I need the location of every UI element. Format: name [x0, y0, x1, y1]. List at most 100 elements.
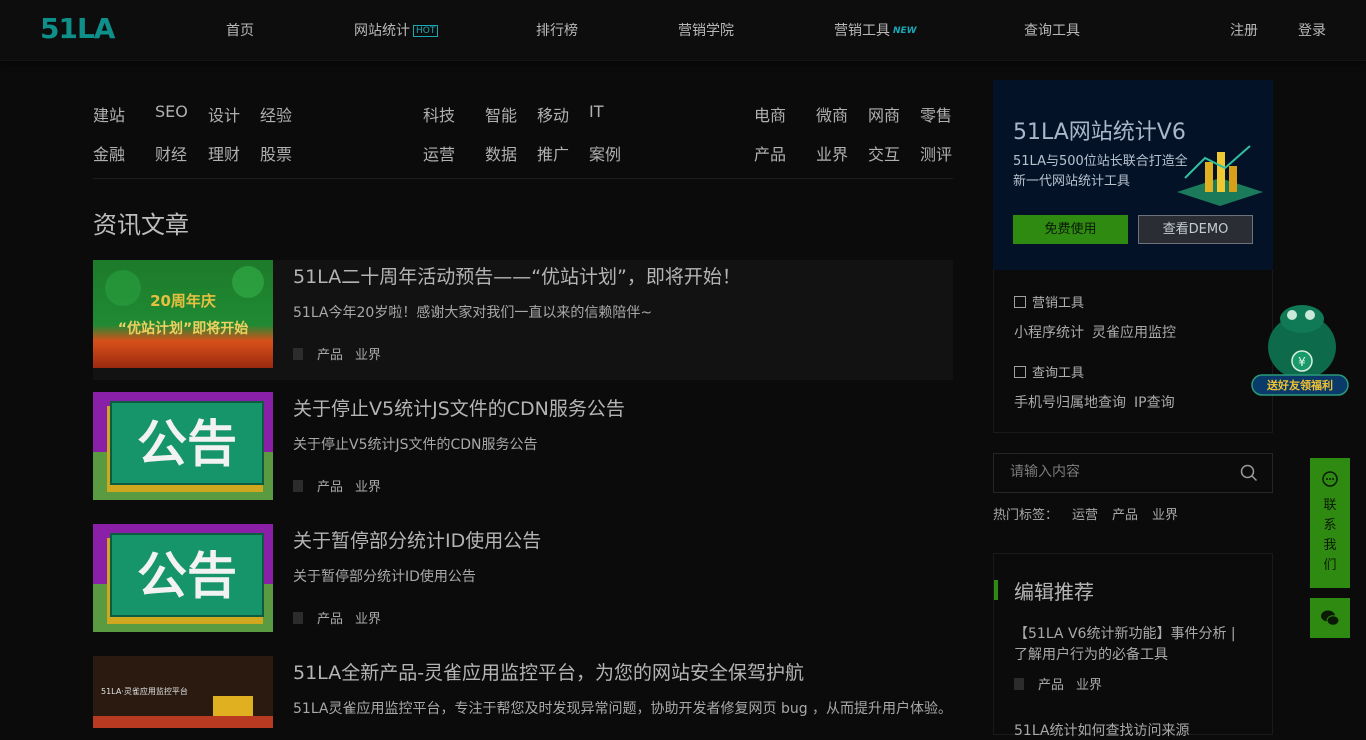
tag-link[interactable]: 业界 [355, 348, 381, 363]
hot-badge: HOT [413, 25, 439, 37]
article-desc: 51LA今年20岁啦！感谢大家对我们一直以来的信赖陪伴~ [293, 305, 653, 321]
category-link[interactable]: 案例 [589, 141, 621, 165]
nav-marketing-tools-label: 营销工具 [834, 23, 890, 39]
nav-ranking[interactable]: 排行榜 [536, 20, 578, 40]
category-link[interactable]: 金融 [93, 141, 125, 165]
tool-link[interactable]: 小程序统计 [1014, 325, 1084, 341]
nav-marketing-academy-label: 营销学院 [678, 23, 734, 39]
search-icon[interactable] [1240, 464, 1258, 482]
thumb-text: 公告 [137, 547, 237, 605]
tag-link[interactable]: 产品 [317, 480, 343, 495]
article-thumbnail[interactable]: 公告 [93, 524, 273, 632]
tag-icon [1014, 678, 1024, 690]
wechat-icon [1321, 610, 1340, 626]
category-link[interactable]: 智能 [485, 102, 517, 126]
hot-tag-link[interactable]: 业界 [1152, 508, 1178, 523]
editor-pick-tags: 产品 业界 [1014, 674, 1102, 693]
chat-icon [1322, 471, 1338, 487]
section-title: 资讯文章 [93, 211, 189, 239]
article-item[interactable]: 公告 关于暂停部分统计ID使用公告 关于暂停部分统计ID使用公告 产品 业界 [93, 524, 953, 644]
tool-link[interactable]: 手机号归属地查询 [1014, 395, 1126, 411]
category-link[interactable]: 产品 [754, 141, 786, 165]
nav-query-tools[interactable]: 查询工具 [1024, 20, 1080, 40]
category-link[interactable]: 经验 [260, 102, 292, 126]
category-link[interactable]: 网商 [868, 102, 900, 126]
svg-text:¥: ¥ [1298, 355, 1306, 369]
logo[interactable]: 51LA [40, 12, 115, 46]
hot-tag-link[interactable]: 产品 [1112, 508, 1138, 523]
category-link[interactable]: 测评 [920, 141, 952, 165]
category-link[interactable]: 科技 [423, 102, 455, 126]
tag-link[interactable]: 产品 [317, 348, 343, 363]
tag-icon [293, 612, 303, 624]
category-link[interactable]: 运营 [423, 141, 455, 165]
category-link[interactable]: 建站 [93, 102, 125, 126]
editor-pick-link[interactable]: 【51LA V6统计新功能】事件分析 | 了解用户行为的必备工具 [1014, 624, 1254, 666]
category-link[interactable]: 业界 [816, 141, 848, 165]
nav-marketing-academy[interactable]: 营销学院 [678, 20, 734, 40]
article-thumbnail[interactable]: 51LA·灵雀应用监控平台 [93, 656, 273, 728]
article-thumbnail[interactable]: 20周年庆 “优站计划”即将开始 [93, 260, 273, 368]
nav-marketing-tools[interactable]: 营销工具 NEW [834, 20, 917, 40]
hot-tags-label: 热门标签： [993, 508, 1059, 523]
tag-link[interactable]: 产品 [1038, 678, 1064, 693]
register-link[interactable]: 注册 [1230, 20, 1258, 40]
new-badge: NEW [893, 26, 917, 36]
article-title[interactable]: 51LA二十周年活动预告——“优站计划”，即将开始！ [293, 262, 741, 289]
category-link[interactable]: 设计 [208, 102, 240, 126]
nav-home[interactable]: 首页 [226, 20, 254, 40]
category-link[interactable]: 股票 [260, 141, 292, 165]
tool-link[interactable]: 灵雀应用监控 [1092, 325, 1176, 341]
article-title[interactable]: 关于停止V5统计JS文件的CDN服务公告 [293, 394, 625, 421]
category-link[interactable]: 零售 [920, 102, 952, 126]
free-use-button[interactable]: 免费使用 [1013, 215, 1128, 244]
tag-link[interactable]: 业界 [355, 612, 381, 627]
chart-illustration-icon [1177, 145, 1263, 206]
promo-title: 51LA网站统计V6 [1013, 120, 1186, 145]
category-link[interactable]: IT [589, 102, 604, 121]
wechat-button[interactable] [1310, 598, 1350, 638]
marketing-tools-icon [1014, 296, 1026, 308]
category-link[interactable]: 数据 [485, 141, 517, 165]
category-link[interactable]: 移动 [537, 102, 569, 126]
tag-link[interactable]: 产品 [317, 612, 343, 627]
thumb-text: 51LA·灵雀应用监控平台 [101, 687, 188, 696]
view-demo-button[interactable]: 查看DEMO [1138, 215, 1253, 244]
article-desc: 关于暂停部分统计ID使用公告 [293, 569, 476, 585]
tag-icon [293, 348, 303, 360]
hot-tag-link[interactable]: 运营 [1072, 508, 1098, 523]
tool-link[interactable]: IP查询 [1134, 395, 1175, 411]
nav-home-label: 首页 [226, 23, 254, 39]
category-link[interactable]: 电商 [754, 102, 786, 126]
mascot-promo[interactable]: ¥ 送好友领福利 [1250, 285, 1350, 400]
tag-link[interactable]: 业界 [1076, 678, 1102, 693]
article-title[interactable]: 关于暂停部分统计ID使用公告 [293, 526, 541, 553]
category-link[interactable]: 微商 [816, 102, 848, 126]
category-link[interactable]: 交互 [868, 141, 900, 165]
nav-site-stats[interactable]: 网站统计 HOT [354, 20, 439, 40]
query-tools-label: 查询工具 [1032, 366, 1085, 381]
nav-query-tools-label: 查询工具 [1024, 23, 1080, 39]
category-link[interactable]: 理财 [208, 141, 240, 165]
article-desc: 关于停止V5统计JS文件的CDN服务公告 [293, 437, 538, 453]
article-item[interactable]: 公告 关于停止V5统计JS文件的CDN服务公告 关于停止V5统计JS文件的CDN… [93, 392, 953, 512]
category-link[interactable]: 财经 [155, 141, 187, 165]
contact-us-button[interactable]: 联系我们 [1310, 458, 1350, 588]
promo-banner: 51LA网站统计V6 51LA与500位站长联合打造全新一代网站统计工具 免费使… [993, 80, 1273, 270]
search-input[interactable] [1008, 463, 1232, 481]
article-title[interactable]: 51LA全新产品-灵雀应用监控平台，为您的网站安全保驾护航 [293, 658, 804, 685]
nav-site-stats-label: 网站统计 [354, 23, 410, 39]
nav-ranking-label: 排行榜 [536, 23, 578, 39]
editor-picks: 编辑推荐 【51LA V6统计新功能】事件分析 | 了解用户行为的必备工具 产品… [993, 553, 1273, 739]
article-item[interactable]: 20周年庆 “优站计划”即将开始 51LA二十周年活动预告——“优站计划”，即将… [93, 260, 953, 380]
category-link[interactable]: 推广 [537, 141, 569, 165]
article-thumbnail[interactable]: 公告 [93, 392, 273, 500]
editor-pick-link[interactable]: 51LA统计如何查找访问来源 [1014, 720, 1190, 740]
tools-panel: 营销工具 小程序统计 灵雀应用监控 查询工具 手机号归属地查询 IP查询 [993, 270, 1273, 433]
category-link[interactable]: SEO [155, 102, 188, 121]
query-tools-icon [1014, 366, 1026, 378]
article-desc: 51LA灵雀应用监控平台，专注于帮您及时发现异常问题，协助开发者修复网页 bug… [293, 701, 953, 717]
article-item[interactable]: 51LA·灵雀应用监控平台 51LA全新产品-灵雀应用监控平台，为您的网站安全保… [93, 656, 953, 728]
login-link[interactable]: 登录 [1298, 20, 1326, 40]
tag-link[interactable]: 业界 [355, 480, 381, 495]
